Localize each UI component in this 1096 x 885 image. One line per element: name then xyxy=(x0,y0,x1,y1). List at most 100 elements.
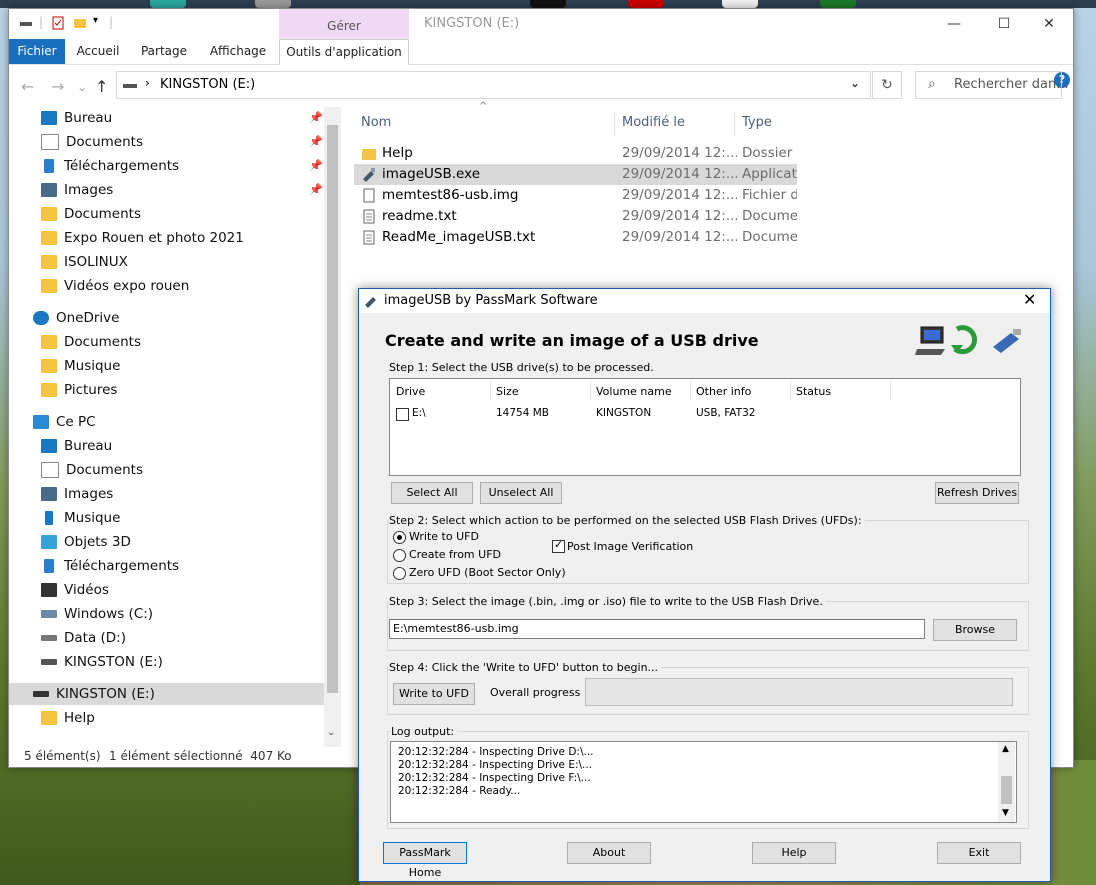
nav-item-documents-folder[interactable]: Documents xyxy=(41,203,141,225)
close-button[interactable]: ✕ xyxy=(1029,13,1069,35)
drive-list[interactable]: Drive Size Volume name Other info Status… xyxy=(389,378,1021,476)
unselect-all-button[interactable]: Unselect All xyxy=(480,482,562,504)
column-header-type[interactable]: Type xyxy=(742,115,772,130)
help-button[interactable]: Help xyxy=(752,842,836,864)
properties-icon[interactable] xyxy=(51,16,65,30)
pin-icon[interactable]: 📌 xyxy=(309,135,323,148)
nav-item-kingston-e[interactable]: KINGSTON (E:) xyxy=(41,651,163,673)
desktop-app-icon[interactable] xyxy=(530,0,566,8)
file-row-readme-imageusb[interactable]: ReadMe_imageUSB.txt 29/09/2014 12:... Do… xyxy=(354,227,797,248)
column-divider[interactable] xyxy=(614,111,615,137)
chevron-down-icon[interactable]: ▾ xyxy=(93,15,98,26)
nav-scrollbar[interactable]: ⌄ xyxy=(324,107,341,747)
chevron-down-icon[interactable]: ⌄ xyxy=(850,76,860,90)
nav-item-onedrive-pictures[interactable]: Pictures xyxy=(41,379,117,401)
desktop-app-icon[interactable] xyxy=(255,0,291,8)
tab-accueil[interactable]: Accueil xyxy=(71,39,125,64)
post-verification-checkbox[interactable]: ✓ xyxy=(552,538,565,553)
minimize-button[interactable]: — xyxy=(934,13,974,35)
scrollbar-thumb[interactable] xyxy=(1001,776,1012,804)
column-header-status[interactable]: Status xyxy=(796,385,831,398)
nav-item-pc-objets-3d[interactable]: Objets 3D xyxy=(41,531,131,553)
column-header-size[interactable]: Size xyxy=(496,385,519,398)
image-path-input[interactable]: E:\memtest86-usb.img xyxy=(389,619,925,639)
refresh-icon[interactable]: ↻ xyxy=(872,71,902,99)
tab-partage[interactable]: Partage xyxy=(135,39,193,64)
column-header-drive[interactable]: Drive xyxy=(396,385,425,398)
desktop-app-icon[interactable] xyxy=(150,0,186,8)
forward-arrow-icon[interactable]: → xyxy=(51,77,64,96)
nav-item-telechargements[interactable]: Téléchargements xyxy=(41,155,179,177)
create-from-ufd-radio[interactable] xyxy=(393,549,406,562)
nav-item-pc-images[interactable]: Images xyxy=(41,483,113,505)
refresh-drives-button[interactable]: Refresh Drives xyxy=(935,482,1019,504)
column-divider[interactable] xyxy=(590,381,591,401)
maximize-button[interactable]: ☐ xyxy=(984,13,1024,35)
file-row-help[interactable]: Help 29/09/2014 12:... Dossier d xyxy=(354,143,797,164)
select-all-button[interactable]: Select All xyxy=(391,482,473,504)
address-bar[interactable]: › KINGSTON (E:) ⌄ xyxy=(116,71,871,99)
back-arrow-icon[interactable]: ← xyxy=(21,77,34,96)
drive-checkbox[interactable] xyxy=(396,408,409,421)
column-header-modified[interactable]: Modifié le xyxy=(622,115,685,130)
nav-item-onedrive[interactable]: OneDrive xyxy=(33,307,119,329)
column-divider[interactable] xyxy=(734,111,735,137)
tab-fichier[interactable]: Fichier xyxy=(9,39,65,64)
nav-item-help[interactable]: Help xyxy=(41,707,95,729)
scroll-up-icon[interactable]: ▲ xyxy=(1002,744,1009,754)
zero-ufd-radio[interactable] xyxy=(393,567,406,580)
file-row-imageusb-exe[interactable]: imageUSB.exe 29/09/2014 12:... Applicati… xyxy=(354,164,797,185)
desktop-app-icon[interactable] xyxy=(820,0,856,8)
nav-item-images[interactable]: Images xyxy=(41,179,113,201)
exit-button[interactable]: Exit xyxy=(937,842,1021,864)
nav-item-pc-musique[interactable]: Musique xyxy=(41,507,120,529)
nav-item-kingston-root[interactable]: KINGSTON (E:) xyxy=(33,683,155,705)
nav-item-documents[interactable]: Documents xyxy=(41,131,143,153)
pin-icon[interactable]: 📌 xyxy=(309,183,323,196)
nav-item-onedrive-documents[interactable]: Documents xyxy=(41,331,141,353)
nav-item-windows-c[interactable]: Windows (C:) xyxy=(41,603,153,625)
column-divider[interactable] xyxy=(890,381,891,401)
chevron-down-icon[interactable]: ⌄ xyxy=(77,80,87,94)
log-scrollbar[interactable]: ▲ ▼ xyxy=(998,742,1015,822)
nav-item-pc-telechargements[interactable]: Téléchargements xyxy=(41,555,179,577)
log-output[interactable]: 20:12:32:284 - Inspecting Drive D:\... 2… xyxy=(390,741,1017,823)
nav-item-isolinux[interactable]: ISOLINUX xyxy=(41,251,128,273)
browse-button[interactable]: Browse xyxy=(933,619,1017,641)
file-row-memtest-img[interactable]: memtest86-usb.img 29/09/2014 12:... Fich… xyxy=(354,185,797,206)
new-folder-icon[interactable] xyxy=(73,16,87,30)
tab-outils-application[interactable]: Outils d'application xyxy=(279,39,409,65)
nav-item-ce-pc[interactable]: Ce PC xyxy=(33,411,96,433)
tab-affichage[interactable]: Affichage xyxy=(205,39,271,64)
scrollbar-thumb[interactable] xyxy=(327,125,338,693)
nav-item-pc-documents[interactable]: Documents xyxy=(41,459,143,481)
pin-icon[interactable]: 📌 xyxy=(309,111,323,124)
file-row-readme-txt[interactable]: readme.txt 29/09/2014 12:... Documen xyxy=(354,206,797,227)
nav-item-onedrive-musique[interactable]: Musique xyxy=(41,355,120,377)
drive-icon[interactable] xyxy=(19,16,33,30)
column-header-name[interactable]: Nom xyxy=(361,115,391,130)
nav-item-pc-bureau[interactable]: Bureau xyxy=(41,435,112,457)
nav-item-bureau[interactable]: Bureau xyxy=(41,107,112,129)
close-button[interactable]: ✕ xyxy=(1023,290,1036,309)
nav-item-expo-rouen[interactable]: Expo Rouen et photo 2021 xyxy=(41,227,244,249)
column-divider[interactable] xyxy=(490,381,491,401)
passmark-home-button[interactable]: PassMark Home xyxy=(383,842,467,879)
nav-item-videos-expo[interactable]: Vidéos expo rouen xyxy=(41,275,189,297)
nav-item-pc-videos[interactable]: Vidéos xyxy=(41,579,109,601)
write-to-ufd-button[interactable]: Write to UFD xyxy=(393,683,475,705)
column-divider[interactable] xyxy=(690,381,691,401)
column-divider[interactable] xyxy=(790,381,791,401)
column-header-other-info[interactable]: Other info xyxy=(696,385,751,398)
chevron-down-icon[interactable]: ⌄ xyxy=(327,727,335,738)
write-to-ufd-radio[interactable] xyxy=(393,531,406,544)
desktop-app-icon[interactable] xyxy=(628,0,664,8)
column-header-volume[interactable]: Volume name xyxy=(596,385,672,398)
search-box[interactable]: ⌕ Rechercher dan... xyxy=(915,71,1069,99)
scroll-down-icon[interactable]: ▼ xyxy=(1002,808,1009,818)
desktop-app-icon[interactable] xyxy=(722,0,758,8)
about-button[interactable]: About xyxy=(567,842,651,864)
up-arrow-icon[interactable]: ↑ xyxy=(95,77,108,96)
pin-icon[interactable]: 📌 xyxy=(309,159,323,172)
nav-item-data-d[interactable]: Data (D:) xyxy=(41,627,126,649)
